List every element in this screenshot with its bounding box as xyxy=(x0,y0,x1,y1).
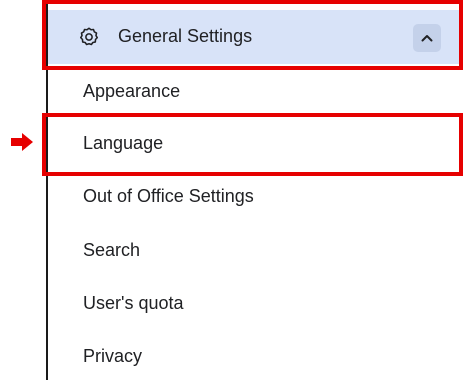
menu-item-privacy[interactable]: Privacy xyxy=(83,344,142,368)
highlight-box-language xyxy=(42,113,463,176)
menu-item-search[interactable]: Search xyxy=(83,238,140,262)
arrow-right-icon xyxy=(11,133,33,151)
menu-item-users-quota[interactable]: User's quota xyxy=(83,291,184,315)
menu-item-out-of-office-settings[interactable]: Out of Office Settings xyxy=(83,184,254,208)
menu-item-appearance[interactable]: Appearance xyxy=(83,79,180,103)
highlight-box-header xyxy=(42,0,463,70)
